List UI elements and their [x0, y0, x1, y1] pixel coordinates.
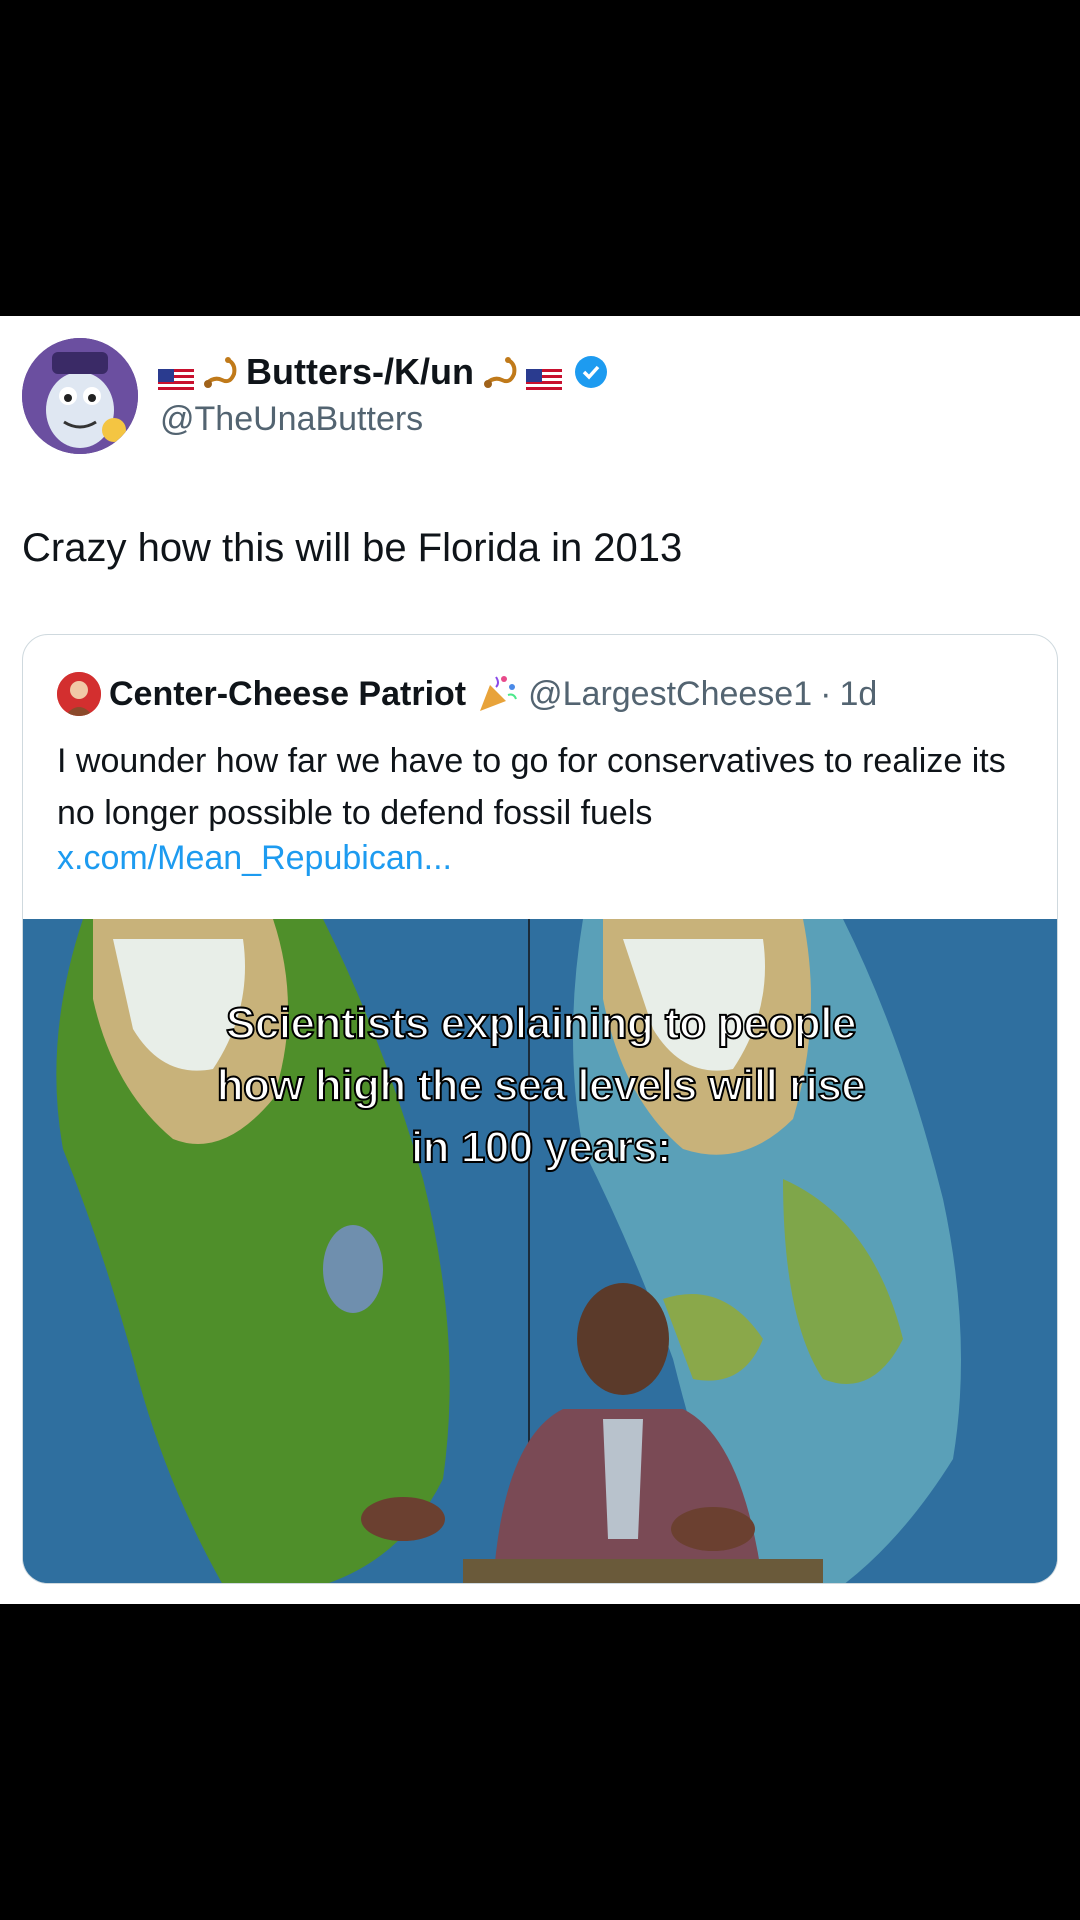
bottom-black-band: [0, 1604, 1080, 1920]
meme-image[interactable]: Scientists explaining to people how high…: [23, 919, 1057, 1583]
meme-caption: Scientists explaining to people how high…: [23, 993, 1057, 1179]
verified-badge-icon: [574, 355, 608, 389]
quoted-user-avatar[interactable]: [57, 672, 101, 716]
scorpion-icon: [200, 354, 240, 390]
user-avatar[interactable]: [22, 338, 138, 454]
display-name-row[interactable]: Butters-/K/un: [158, 350, 608, 394]
display-name: Butters-/K/un: [246, 351, 474, 392]
scorpion-icon-2: [480, 354, 520, 390]
separator-dot: ·: [820, 674, 832, 713]
quoted-tweet-header: Center-Cheese Patriot @LargestCheese1 · …: [57, 671, 877, 717]
top-black-band: [0, 0, 1080, 316]
quoted-display-name: Center-Cheese Patriot: [109, 674, 467, 713]
quoted-tweet-link[interactable]: x.com/Mean_Repubican...: [57, 839, 452, 878]
user-handle[interactable]: @TheUnaButters: [160, 400, 423, 439]
caption-line: how high the sea levels will rise: [216, 1060, 867, 1111]
us-flag-icon: [158, 360, 194, 393]
party-popper-icon: [474, 671, 520, 717]
quoted-handle: @LargestCheese1: [528, 674, 813, 713]
caption-line: in 100 years:: [410, 1122, 673, 1173]
us-flag-icon-2: [526, 360, 562, 393]
tweet-text: Crazy how this will be Florida in 2013: [22, 526, 683, 570]
quoted-tweet-text: I wounder how far we have to go for cons…: [57, 742, 1006, 832]
tweet-card[interactable]: Butters-/K/un @TheUnaButters Crazy how t…: [0, 316, 1080, 1604]
quoted-tweet[interactable]: Center-Cheese Patriot @LargestCheese1 · …: [22, 634, 1058, 1584]
quoted-timestamp[interactable]: 1d: [839, 675, 877, 714]
caption-line: Scientists explaining to people: [225, 998, 857, 1049]
